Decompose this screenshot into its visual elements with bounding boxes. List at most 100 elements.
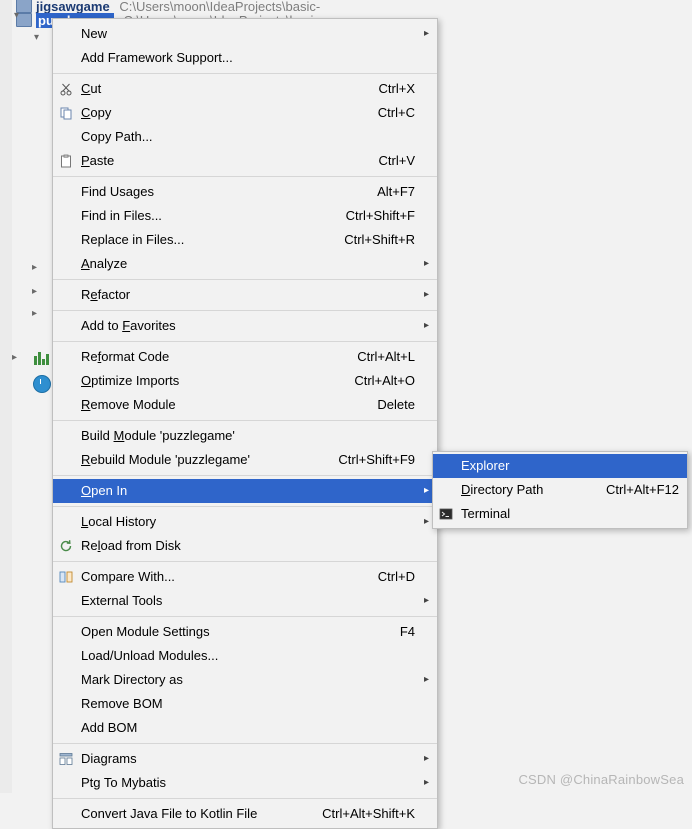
menu-item-directory-path[interactable]: Directory Path Ctrl+Alt+F12	[433, 478, 687, 502]
menu-item-icon-slot	[53, 510, 79, 534]
menu-item-ptg-to-mybatis[interactable]: Ptg To Mybatis ▸	[53, 771, 437, 795]
chevron-right-icon-4[interactable]: ▸	[12, 352, 17, 363]
menu-item-copy-path[interactable]: Copy Path...	[53, 125, 437, 149]
chevron-right-icon-1[interactable]: ▸	[32, 262, 37, 273]
menu-item-shortcut: Ctrl+Shift+R	[344, 232, 415, 247]
menu-item-paste[interactable]: Paste Ctrl+V	[53, 149, 437, 173]
menu-item-label: Explorer	[461, 458, 510, 473]
menu-item-refactor[interactable]: Refactor ▸	[53, 283, 437, 307]
menu-item-reload-from-disk[interactable]: Reload from Disk	[53, 534, 437, 558]
menu-item-replace-in-files[interactable]: Replace in Files... Ctrl+Shift+R	[53, 228, 437, 252]
menu-item-build-module-puzzlegame[interactable]: Build Module 'puzzlegame'	[53, 424, 437, 448]
menu-item-label: Copy	[81, 105, 112, 120]
menu-item-shortcut: Ctrl+Shift+F9	[338, 452, 415, 467]
chevron-right-icon: ▸	[423, 674, 429, 685]
menu-separator	[53, 420, 437, 421]
clipboard-icon	[53, 149, 79, 173]
menu-item-label: Terminal	[461, 506, 511, 521]
chevron-right-icon: ▸	[423, 753, 429, 764]
menu-separator	[53, 616, 437, 617]
menu-item-icon-slot	[53, 668, 79, 692]
menu-item-icon-slot	[53, 716, 79, 740]
menu-item-icon-slot	[53, 204, 79, 228]
menu-item-load-unload-modules[interactable]: Load/Unload Modules...	[53, 644, 437, 668]
menu-separator	[53, 73, 437, 74]
clock-icon	[33, 375, 51, 393]
menu-item-label: Build Module 'puzzlegame'	[81, 428, 235, 443]
menu-separator	[53, 798, 437, 799]
menu-item-shortcut: Ctrl+Alt+O	[354, 373, 415, 388]
menu-item-reformat-code[interactable]: Reformat Code Ctrl+Alt+L	[53, 345, 437, 369]
menu-item-icon-slot	[53, 125, 79, 149]
menu-item-add-bom[interactable]: Add BOM	[53, 716, 437, 740]
menu-item-analyze[interactable]: Analyze ▸	[53, 252, 437, 276]
menu-item-mark-directory-as[interactable]: Mark Directory as ▸	[53, 668, 437, 692]
menu-item-diagrams[interactable]: Diagrams ▸	[53, 747, 437, 771]
menu-item-remove-bom[interactable]: Remove BOM	[53, 692, 437, 716]
menu-item-label: Reformat Code	[81, 349, 170, 364]
menu-item-compare-with[interactable]: Compare With... Ctrl+D	[53, 565, 437, 589]
scissors-icon	[53, 77, 79, 101]
menu-item-open-module-settings[interactable]: Open Module Settings F4	[53, 620, 437, 644]
menu-item-rebuild-module-puzzlegame[interactable]: Rebuild Module 'puzzlegame' Ctrl+Shift+F9	[53, 448, 437, 472]
context-menu: New ▸ Add Framework Support... Cut Ctrl+X Cop…	[52, 18, 438, 829]
menu-item-icon-slot	[53, 448, 79, 472]
menu-item-icon-slot	[53, 252, 79, 276]
menu-item-add-framework-support[interactable]: Add Framework Support...	[53, 46, 437, 70]
menu-item-label: New	[81, 26, 108, 41]
chevron-down-icon[interactable]: ▾	[14, 10, 19, 21]
menu-item-shortcut: Ctrl+Alt+L	[357, 349, 415, 364]
menu-item-new[interactable]: New ▸	[53, 22, 437, 46]
menu-item-icon-slot	[433, 478, 459, 502]
menu-item-convert-java-file-to-kotlin-file[interactable]: Convert Java File to Kotlin File Ctrl+Alt…	[53, 802, 437, 826]
menu-item-label: Mark Directory as	[81, 672, 183, 687]
chevron-down-icon-2[interactable]: ▾	[34, 32, 39, 43]
menu-item-find-usages[interactable]: Find Usages Alt+F7	[53, 180, 437, 204]
menu-item-local-history[interactable]: Local History ▸	[53, 510, 437, 534]
chevron-right-icon: ▸	[423, 595, 429, 606]
menu-item-remove-module[interactable]: Remove Module Delete	[53, 393, 437, 417]
menu-separator	[53, 475, 437, 476]
menu-separator	[53, 279, 437, 280]
menu-item-label: Cut	[81, 81, 102, 96]
menu-item-label: Find in Files...	[81, 208, 162, 223]
menu-item-copy[interactable]: Copy Ctrl+C	[53, 101, 437, 125]
open-in-submenu: Explorer Directory Path Ctrl+Alt+F12 Termin…	[432, 451, 688, 529]
menu-item-optimize-imports[interactable]: Optimize Imports Ctrl+Alt+O	[53, 369, 437, 393]
menu-item-label: Ptg To Mybatis	[81, 775, 167, 790]
menu-item-icon-slot	[53, 345, 79, 369]
menu-item-icon-slot	[53, 424, 79, 448]
watermark: CSDN @ChinaRainbowSea	[518, 772, 684, 787]
chevron-right-icon-2[interactable]: ▸	[32, 286, 37, 297]
menu-item-icon-slot	[53, 283, 79, 307]
menu-item-shortcut: Alt+F7	[377, 184, 415, 199]
menu-item-terminal[interactable]: Terminal	[433, 502, 687, 526]
menu-item-icon-slot	[433, 454, 459, 478]
menu-item-cut[interactable]: Cut Ctrl+X	[53, 77, 437, 101]
menu-item-label: Remove BOM	[81, 696, 163, 711]
menu-item-shortcut: Ctrl+Shift+F	[345, 208, 415, 223]
menu-item-icon-slot	[53, 644, 79, 668]
menu-separator	[53, 506, 437, 507]
menu-item-icon-slot	[53, 393, 79, 417]
terminal-icon	[433, 502, 459, 526]
copy-icon	[53, 101, 79, 125]
menu-item-icon-slot	[53, 22, 79, 46]
menu-separator	[53, 341, 437, 342]
menu-item-open-in[interactable]: Open In ▸	[53, 479, 437, 503]
menu-item-icon-slot	[53, 479, 79, 503]
menu-item-label: External Tools	[81, 593, 163, 608]
chevron-right-icon: ▸	[423, 485, 429, 496]
menu-separator	[53, 310, 437, 311]
menu-item-label: Remove Module	[81, 397, 176, 412]
menu-item-shortcut: Ctrl+Alt+Shift+K	[322, 806, 415, 821]
menu-item-add-to-favorites[interactable]: Add to Favorites ▸	[53, 314, 437, 338]
menu-item-label: Reload from Disk	[81, 538, 181, 553]
menu-item-find-in-files[interactable]: Find in Files... Ctrl+Shift+F	[53, 204, 437, 228]
menu-item-external-tools[interactable]: External Tools ▸	[53, 589, 437, 613]
menu-item-label: Diagrams	[81, 751, 137, 766]
menu-item-label: Directory Path	[461, 482, 544, 497]
chevron-right-icon-3[interactable]: ▸	[32, 308, 37, 319]
menu-item-explorer[interactable]: Explorer	[433, 454, 687, 478]
menu-item-icon-slot	[53, 692, 79, 716]
